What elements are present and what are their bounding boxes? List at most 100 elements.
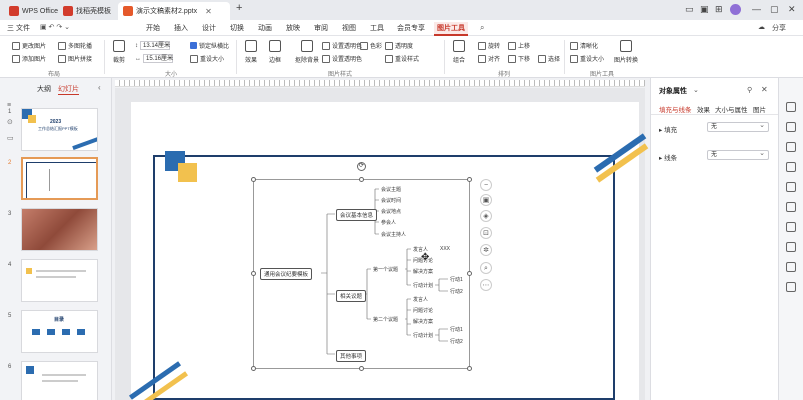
tab-document[interactable]: 演示文稿素材2.pptx ✕ — [118, 2, 230, 20]
tab-template[interactable]: 找稻壳模板 — [58, 2, 116, 20]
send-backward-button[interactable]: 下移 — [508, 54, 530, 63]
chevron-down-icon[interactable]: ⌄ — [693, 86, 699, 94]
lock-ratio-checkbox[interactable]: 锁定纵横比 — [190, 41, 229, 50]
tab-picture[interactable]: 图片 — [753, 104, 766, 114]
tab-outline[interactable]: 大纲 — [37, 84, 51, 94]
pin-icon[interactable]: ⚲ — [747, 86, 752, 94]
menu-insert[interactable]: 插入 — [171, 22, 191, 34]
menu-picture-tools[interactable]: 图片工具 — [434, 22, 468, 36]
rotate-handle-icon[interactable]: ⟳ — [357, 162, 366, 171]
set-transparent-color-button[interactable]: 设置透明色 — [322, 54, 362, 63]
menu-animation[interactable]: 动画 — [255, 22, 275, 34]
line-row[interactable]: ▸ 线条 — [659, 152, 677, 162]
remove-bg-button[interactable]: 抠除背景 — [292, 40, 322, 64]
resize-handle[interactable] — [251, 177, 256, 182]
menu-design[interactable]: 设计 — [199, 22, 219, 34]
collapse-float-icon[interactable]: − — [480, 179, 492, 191]
height-field[interactable]: ↕ 13.14厘米 — [135, 41, 170, 50]
reset-style-button[interactable]: 重设样式 — [385, 54, 419, 63]
resize-handle[interactable] — [251, 271, 256, 276]
avatar[interactable] — [730, 4, 741, 15]
resize-handle[interactable] — [359, 177, 364, 182]
maximize-icon[interactable]: ▢ — [770, 4, 779, 15]
window-menu-icon[interactable]: ▭ — [685, 4, 694, 15]
fill-row[interactable]: ▸ 填充 — [659, 124, 677, 134]
add-picture-button[interactable]: 添加图片 — [12, 54, 46, 63]
group-button[interactable]: 组合 — [448, 40, 470, 64]
opacity-button[interactable]: 透明度 — [385, 41, 413, 50]
text-icon[interactable] — [786, 262, 796, 272]
magic-float-icon[interactable]: ✲ — [480, 244, 492, 256]
share-button[interactable]: 分享 — [772, 23, 786, 33]
color-button[interactable]: 色彩 — [360, 41, 382, 50]
border-button[interactable]: 边框 — [264, 40, 286, 64]
menu-slideshow[interactable]: 放映 — [283, 22, 303, 34]
fill-select[interactable]: 无 — [707, 121, 769, 132]
picture-convert-button[interactable]: 图片转换 — [612, 40, 640, 64]
close-tab-icon[interactable]: ✕ — [205, 7, 212, 16]
menu-tools[interactable]: 工具 — [367, 22, 387, 34]
line-select[interactable]: 无 — [707, 149, 769, 160]
image-float-icon[interactable]: ▣ — [480, 194, 492, 206]
gallery-icon[interactable] — [786, 242, 796, 252]
width-field[interactable]: ↔ 15.16厘米 — [135, 54, 173, 63]
collapse-icon[interactable]: ‹ — [98, 83, 101, 92]
ocr-button[interactable]: 重设大小 — [570, 54, 604, 63]
slide-thumbnail-2[interactable] — [21, 157, 98, 200]
set-transparent-button[interactable]: 设置透明色 — [322, 41, 362, 50]
carousel-button[interactable]: 多图轮播 — [58, 41, 92, 50]
tab-wps-office[interactable]: WPS Office — [4, 2, 63, 20]
more-tools-icon[interactable] — [786, 282, 796, 292]
layout-icon[interactable]: ▣ — [700, 4, 709, 15]
resize-handle[interactable] — [359, 366, 364, 371]
properties-icon[interactable] — [786, 102, 796, 112]
layers-float-icon[interactable]: ◈ — [480, 210, 492, 222]
layout-side-icon[interactable] — [786, 202, 796, 212]
crop-button[interactable]: 裁剪 — [108, 40, 130, 64]
slide-thumbnail-5[interactable]: 目录 — [21, 310, 98, 353]
resize-handle[interactable] — [467, 271, 472, 276]
tab-slides[interactable]: 幻灯片 — [58, 84, 79, 95]
bring-forward-button[interactable]: 上移 — [508, 41, 530, 50]
resize-handle[interactable] — [251, 366, 256, 371]
rotate-button[interactable]: 旋转 — [478, 41, 500, 50]
grid-icon[interactable]: ⊞ — [715, 4, 723, 15]
chat-icon[interactable]: ▭ — [7, 134, 14, 142]
change-picture-button[interactable]: 更改图片 — [12, 41, 46, 50]
menu-transition[interactable]: 切换 — [227, 22, 247, 34]
search-icon[interactable]: ⌕ — [480, 23, 484, 33]
resize-handle[interactable] — [467, 177, 472, 182]
slide-thumbnail-6[interactable] — [21, 361, 98, 400]
menu-home[interactable]: 开始 — [143, 22, 163, 34]
more-float-icon[interactable]: ⋯ — [480, 279, 492, 291]
close-window-icon[interactable]: ✕ — [788, 4, 796, 15]
lock-icon[interactable]: ⊙ — [7, 118, 13, 126]
slide-thumbnail-4[interactable] — [21, 259, 98, 302]
picture-collage-button[interactable]: 图片拼接 — [58, 54, 92, 63]
shape-icon[interactable] — [786, 142, 796, 152]
tab-size-props[interactable]: 大小与属性 — [715, 104, 748, 114]
reset-size-button[interactable]: 重设大小 — [190, 54, 224, 63]
close-panel-icon[interactable]: ✕ — [761, 85, 768, 94]
zoom-float-icon[interactable]: ⌕ — [480, 262, 492, 274]
menu-member[interactable]: 会员专享 — [394, 22, 428, 34]
style-icon[interactable] — [786, 122, 796, 132]
cloud-icon[interactable]: ☁ — [758, 23, 765, 31]
crop-float-icon[interactable]: ⊡ — [480, 227, 492, 239]
animation-icon[interactable] — [786, 182, 796, 192]
new-tab-icon[interactable]: + — [236, 2, 242, 14]
tab-effects[interactable]: 效果 — [697, 104, 710, 114]
file-menu[interactable]: 三 文件 — [4, 22, 33, 34]
resize-handle[interactable] — [467, 366, 472, 371]
align-button[interactable]: 对齐 — [478, 54, 500, 63]
picture-icon[interactable] — [786, 162, 796, 172]
slide-thumbnail-3[interactable] — [21, 208, 98, 251]
menu-review[interactable]: 审阅 — [311, 22, 331, 34]
slide-thumbnail-1[interactable]: 2023 工作总结汇报PPT模板 — [21, 108, 98, 151]
sharpen-button[interactable]: 清晰化 — [570, 41, 598, 50]
effects-button[interactable]: 效果 — [240, 40, 262, 64]
select-button[interactable]: 选择 — [538, 54, 560, 63]
menu-view[interactable]: 视图 — [339, 22, 359, 34]
transition-icon[interactable] — [786, 222, 796, 232]
minimize-icon[interactable]: — — [752, 4, 761, 14]
